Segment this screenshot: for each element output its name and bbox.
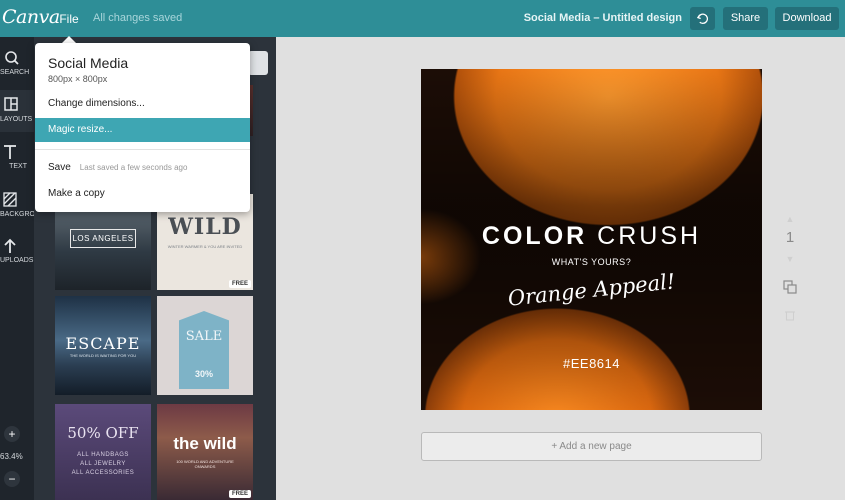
move-up-icon[interactable]: ▲ [784,214,796,224]
template-text: 30% [194,369,213,379]
toolbar-uploads-label: UPLOADS [0,257,34,264]
toolbar-search-label: SEARCH [0,69,30,76]
toolbar-background[interactable]: BACKGROUND [0,185,34,227]
menu-design-dimensions: 800px × 800px [48,74,108,84]
top-bar: Canva File All changes saved Social Medi… [0,0,845,37]
layout-thumbnail-fifty-off[interactable]: 50% OFF ALL HANDBAGS ALL JEWELRY ALL ACC… [55,404,151,500]
toolbar-text[interactable]: TEXT [0,137,34,179]
page-number: 1 [785,229,795,246]
undo-button[interactable] [690,7,715,30]
panel-search-field[interactable] [248,51,268,75]
design-headline[interactable]: COLOR CRUSH [421,222,762,251]
text-icon [4,145,16,159]
zoom-in-button[interactable]: + [4,426,20,442]
menu-item-save[interactable]: Save Last saved a few seconds ago [35,156,250,180]
design-page[interactable]: COLOR CRUSH WHAT'S YOURS? Orange Appeal!… [421,69,762,410]
menu-item-make-copy[interactable]: Make a copy [35,182,250,206]
toolbar-text-label: TEXT [9,163,27,170]
menu-save-label: Save [48,162,71,173]
template-text: WILD [168,214,242,240]
file-menu-dropdown: Social Media 800px × 800px Change dimens… [35,43,250,212]
template-text: LOS ANGELES [70,229,136,248]
copy-page-icon[interactable] [782,279,798,295]
template-text: WINTER WARMER & YOU ARE INVITED [167,244,243,249]
template-text: ALL JEWELRY [80,461,126,467]
delete-page-icon[interactable] [784,309,796,321]
design-title[interactable]: Social Media – Untitled design [524,12,682,24]
menu-item-change-dimensions[interactable]: Change dimensions... [35,92,250,116]
toolbar-layouts-label: LAYOUTS [0,116,33,123]
template-text: THE WORLD IS WAITING FOR YOU [69,353,137,358]
template-text: ALL ACCESSORIES [71,470,135,476]
menu-divider [35,149,250,150]
template-text: SALE [185,329,223,344]
design-hex-code[interactable]: #EE8614 [421,356,762,371]
undo-icon [696,13,709,24]
toolbar-layouts[interactable]: LAYOUTS [0,90,34,132]
menu-design-type: Social Media [48,55,129,71]
menu-save-hint: Last saved a few seconds ago [79,163,188,172]
layout-thumbnail-sale[interactable]: SALE 30% [157,296,253,395]
upload-icon [4,238,16,253]
headline-bold: COLOR [481,222,588,250]
template-text: 50% OFF [67,424,139,442]
zoom-out-button[interactable]: − [4,471,20,487]
free-badge: FREE [228,490,251,498]
canva-logo[interactable]: Canva [2,6,60,28]
zoom-level: 63.4% [0,452,23,461]
free-badge: FREE [228,280,251,288]
layout-thumbnail-escape[interactable]: ESCAPE THE WORLD IS WAITING FOR YOU [55,296,151,395]
save-status: All changes saved [93,12,183,24]
headline-light: CRUSH [597,222,702,250]
move-down-icon[interactable]: ▼ [784,254,796,264]
template-text: ALL HANDBAGS [77,452,129,458]
add-page-button[interactable]: + Add a new page [421,432,762,461]
download-button[interactable]: Download [775,7,839,30]
template-text: the wild [173,434,237,453]
file-menu-button[interactable]: File [56,6,82,32]
menu-item-magic-resize[interactable]: Magic resize... [35,118,250,142]
toolbar-search[interactable]: SEARCH [0,43,34,85]
search-icon [5,51,19,65]
layout-thumbnail-the-wild[interactable]: the wild 100 WORLD AND ADVENTURE ONWARDS… [157,404,253,500]
template-text: 100 WORLD AND ADVENTURE ONWARDS [176,459,234,469]
toolbar-background-label: BACKGROUND [0,211,34,218]
share-button[interactable]: Share [723,7,768,30]
layouts-icon [4,97,18,111]
toolbar-uploads[interactable]: UPLOADS [0,231,34,273]
background-icon [3,192,17,207]
template-text: ESCAPE [65,334,141,353]
